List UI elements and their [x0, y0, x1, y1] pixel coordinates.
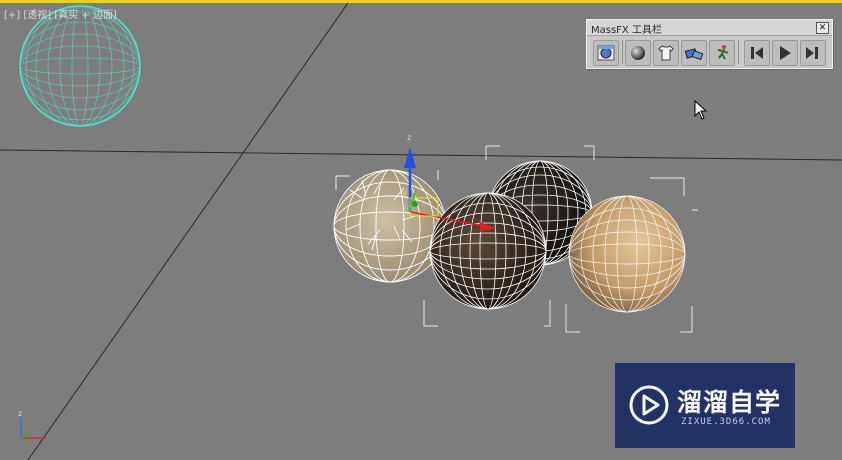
- toolbar-title: MassFX 工具栏: [591, 25, 662, 36]
- viewport-label[interactable]: [+] [透视] [真实 + 边面]: [4, 6, 117, 21]
- rigid-body-button[interactable]: [625, 40, 651, 66]
- toolbar-separator: [738, 40, 739, 64]
- world-parameters-button[interactable]: [593, 40, 619, 66]
- grid-horizon-line: [0, 149, 842, 161]
- corner-z-label: z: [18, 409, 23, 418]
- gizmo-y-label: y: [402, 188, 407, 197]
- watermark-subtitle: ZIXUE.3D66.COM: [681, 417, 771, 427]
- sand-sphere[interactable]: [568, 195, 686, 313]
- shirt-icon: [658, 45, 674, 61]
- reset-simulation-button[interactable]: [744, 40, 770, 66]
- watermark-panel: 溜溜自学 ZIXUE.3D66.COM: [615, 363, 795, 448]
- watermark-title: 溜溜自学: [677, 388, 782, 417]
- gizmo-z-label: z: [407, 133, 412, 142]
- constraint-button[interactable]: [681, 40, 707, 66]
- step-sim-icon: [806, 47, 818, 59]
- step-simulation-button[interactable]: [800, 40, 826, 66]
- mouse-cursor-icon: [694, 100, 708, 120]
- play-sim-icon: [780, 46, 791, 60]
- selected-sphere-wireframe[interactable]: [19, 5, 141, 127]
- mcloth-button[interactable]: [653, 40, 679, 66]
- toolbar-separator: [622, 40, 623, 64]
- ragdoll-icon: [717, 45, 729, 60]
- start-simulation-button[interactable]: [772, 40, 798, 66]
- world-axis-tripod: [20, 418, 46, 439]
- massfx-toolbar[interactable]: MassFX 工具栏 ✕: [586, 19, 833, 69]
- constraint-icon: [684, 48, 704, 61]
- sphere-icon: [631, 46, 645, 60]
- close-button[interactable]: ✕: [816, 22, 829, 34]
- reset-sim-icon: [751, 47, 763, 59]
- toolbar-title-bar[interactable]: MassFX 工具栏 ✕: [587, 20, 832, 36]
- ragdoll-button[interactable]: [709, 40, 735, 66]
- world-params-icon: [597, 45, 615, 61]
- fuzzy-sphere[interactable]: [333, 169, 447, 283]
- grid-diagonal-line: [27, 2, 349, 460]
- front-sphere[interactable]: [429, 192, 547, 310]
- play-logo-icon: [629, 385, 669, 425]
